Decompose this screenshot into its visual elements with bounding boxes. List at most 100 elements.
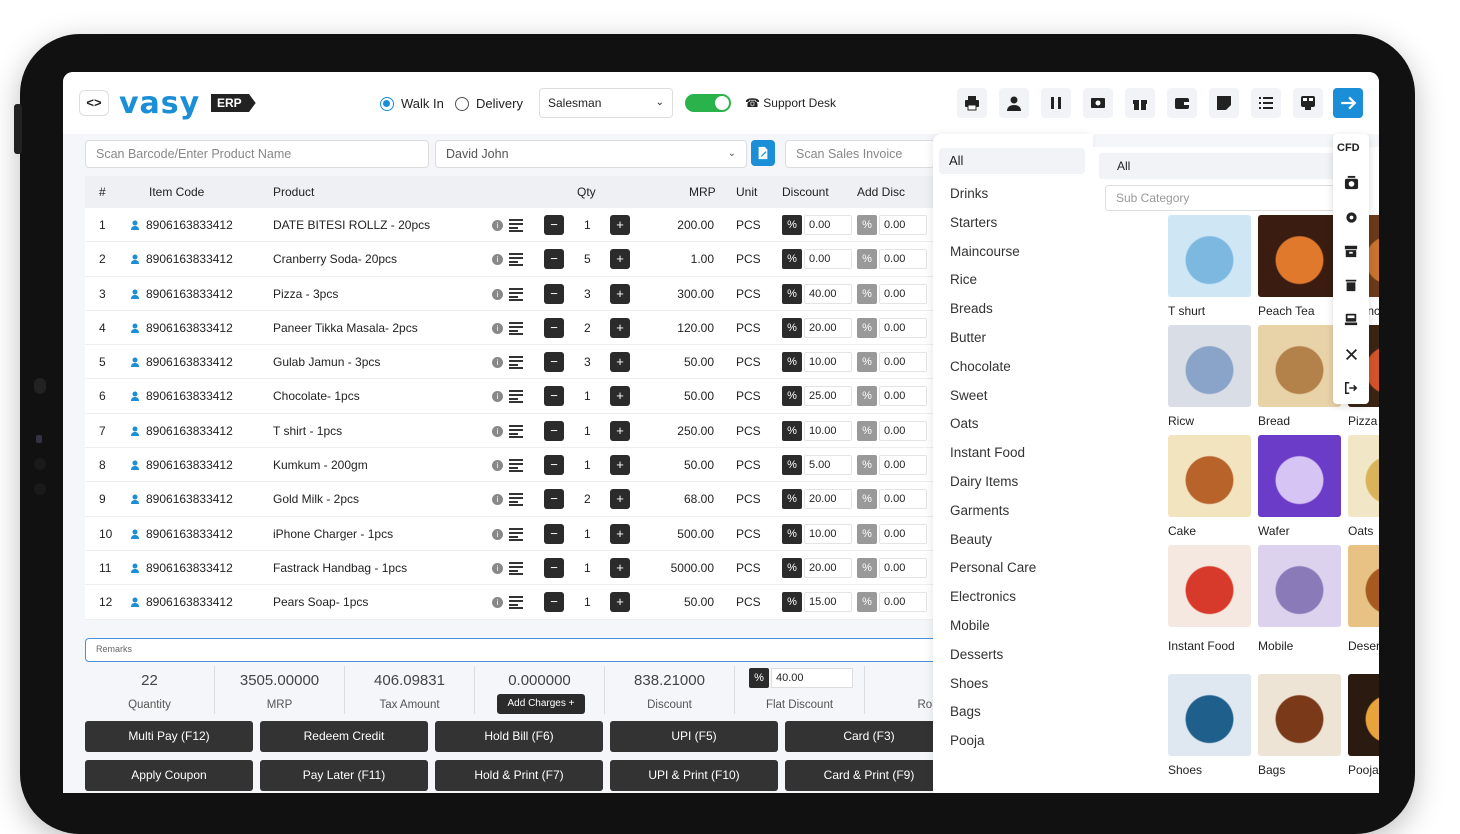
product-tile[interactable] [1168,215,1251,297]
scanner-icon[interactable] [1293,88,1323,118]
qty-minus-button[interactable]: − [544,420,564,441]
action-button[interactable]: Hold Bill (F6) [435,721,603,752]
action-button[interactable]: Pay Later (F11) [260,760,428,791]
row-qty[interactable]: 5 [584,242,591,276]
product-tile[interactable] [1348,674,1379,756]
info-icon[interactable]: i [492,288,503,300]
percent-icon[interactable]: % [782,317,802,338]
details-icon[interactable] [509,596,523,610]
category-item[interactable]: Mobile [950,618,990,633]
details-icon[interactable] [509,493,523,507]
barcode-search-input[interactable]: Scan Barcode/Enter Product Name [85,140,429,168]
discount-input[interactable]: 20.00 [804,557,852,578]
percent-icon[interactable]: % [857,317,877,338]
category-item[interactable]: Instant Food [950,445,1025,460]
qty-plus-button[interactable]: + [610,455,630,476]
subcategory-all[interactable]: All [1099,153,1335,179]
discount-input[interactable]: 25.00 [804,386,852,407]
percent-icon[interactable]: % [782,489,802,510]
table-row[interactable]: 5 8906163833412 Gulab Jamun - 3pcs i − 3… [85,345,945,380]
discount-input[interactable]: 10.00 [804,523,852,544]
remarks-input[interactable]: Remarks [85,638,945,662]
qty-plus-button[interactable]: + [610,420,630,441]
category-item[interactable]: Chocolate [950,359,1011,374]
category-item[interactable]: Bags [950,704,981,719]
product-tile[interactable] [1168,674,1251,756]
cfd-button[interactable]: CFD [1337,142,1360,154]
add-disc-input[interactable]: 0.00 [879,455,927,476]
proceed-arrow-button[interactable] [1333,88,1363,118]
discount-input[interactable]: 20.00 [804,317,852,338]
qty-minus-button[interactable]: − [544,523,564,544]
action-button[interactable]: UPI (F5) [610,721,778,752]
qty-minus-button[interactable]: − [544,352,564,373]
qty-minus-button[interactable]: − [544,489,564,510]
product-tile[interactable] [1348,435,1379,517]
discount-input[interactable]: 10.00 [804,420,852,441]
product-tile[interactable] [1168,325,1251,407]
category-item[interactable]: Electronics [950,589,1016,604]
table-row[interactable]: 7 8906163833412 T shirt - 1pcs i − 1 + 2… [85,413,945,449]
add-disc-input[interactable]: 0.00 [879,283,927,304]
gift-icon[interactable] [1125,88,1155,118]
qty-minus-button[interactable]: − [544,317,564,338]
row-qty[interactable]: 1 [584,379,591,413]
percent-icon[interactable]: % [857,249,877,270]
category-item[interactable]: Dairy Items [950,474,1018,489]
list-icon[interactable] [1251,88,1281,118]
category-all[interactable]: All [939,148,1085,174]
percent-icon[interactable]: % [782,283,802,304]
close-icon[interactable] [1341,344,1361,364]
percent-icon[interactable]: % [782,352,802,373]
table-row[interactable]: 11 8906163833412 Fastrack Handbag - 1pcs… [85,550,945,586]
product-tile[interactable] [1168,545,1251,627]
details-icon[interactable] [509,561,523,575]
weighing-scale-icon[interactable] [1341,172,1361,192]
table-row[interactable]: 8 8906163833412 Kumkum - 200gm i − 1 + 5… [85,448,945,483]
percent-icon[interactable]: % [782,249,802,270]
qty-minus-button[interactable]: − [544,455,564,476]
flat-discount-input[interactable]: 40.00 [771,668,853,688]
qty-plus-button[interactable]: + [610,523,630,544]
percent-icon[interactable]: % [857,386,877,407]
action-button[interactable]: Card (F3) [785,721,953,752]
qty-minus-button[interactable]: − [544,592,564,613]
discount-input[interactable]: 20.00 [804,489,852,510]
table-row[interactable]: 10 8906163833412 iPhone Charger - 1pcs i… [85,516,945,551]
category-item[interactable]: Personal Care [950,560,1036,575]
archive-icon[interactable] [1341,241,1361,261]
wallet-icon[interactable] [1167,88,1197,118]
percent-icon[interactable]: % [857,523,877,544]
trash-icon[interactable] [1341,275,1361,295]
details-icon[interactable] [509,321,523,335]
print-icon[interactable] [957,88,987,118]
percent-icon[interactable]: % [782,523,802,544]
product-tile[interactable] [1168,435,1251,517]
product-tile[interactable] [1258,545,1341,627]
action-button[interactable]: Redeem Credit [260,721,428,752]
details-icon[interactable] [509,219,523,232]
add-disc-input[interactable]: 0.00 [879,489,927,510]
product-tile[interactable] [1258,674,1341,756]
category-item[interactable]: Drinks [950,186,988,201]
info-icon[interactable]: i [492,425,503,437]
info-icon[interactable]: i [492,220,503,231]
qty-plus-button[interactable]: + [610,249,630,270]
category-item[interactable]: Garments [950,503,1009,518]
percent-icon[interactable]: % [857,352,877,373]
action-button[interactable]: UPI & Print (F10) [610,760,778,791]
action-button[interactable]: Apply Coupon [85,760,253,791]
note-icon[interactable] [1209,88,1239,118]
qty-plus-button[interactable]: + [610,215,630,235]
category-item[interactable]: Beauty [950,532,992,547]
percent-icon[interactable]: % [782,386,802,407]
gear-icon[interactable] [1341,207,1361,227]
category-item[interactable]: Rice [950,272,977,287]
user-icon[interactable] [999,88,1029,118]
row-qty[interactable]: 3 [584,277,591,311]
qty-minus-button[interactable]: − [544,249,564,270]
qty-minus-button[interactable]: − [544,283,564,304]
info-icon[interactable]: i [492,391,503,403]
add-charges-button[interactable]: Add Charges + [497,694,585,714]
discount-input[interactable]: 0.00 [804,215,852,235]
